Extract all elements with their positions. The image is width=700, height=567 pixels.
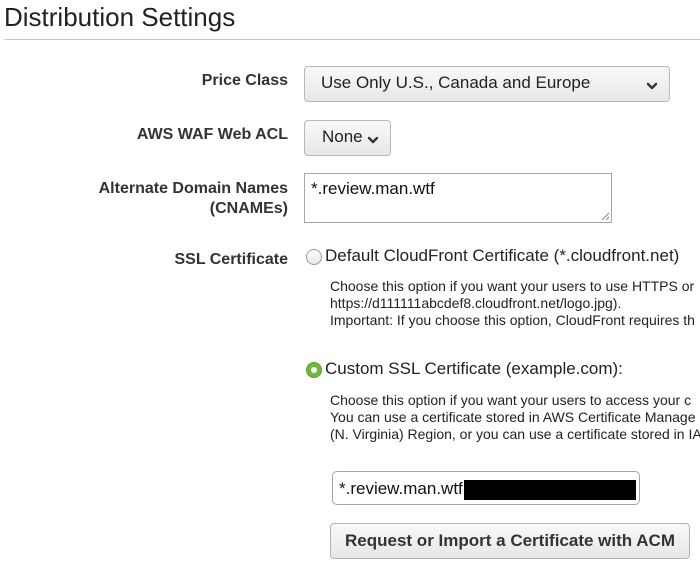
custom-certificate-radio[interactable] [306,362,322,378]
cnames-label-line2: (CNAMEs) [209,200,288,217]
title-divider [4,39,700,40]
cnames-label: Alternate Domain Names (CNAMEs) [99,179,288,219]
price-class-value: Use Only U.S., Canada and Europe [321,73,591,92]
custom-help-line: You can use a certificate stored in AWS … [330,409,696,425]
resize-grip-icon[interactable] [601,212,610,221]
default-certificate-radio[interactable] [306,249,322,265]
price-class-select[interactable]: Use Only U.S., Canada and Europe [304,66,670,102]
default-help-line: Important: If you choose this option, Cl… [330,312,695,328]
default-certificate-help: Choose this option if you want your user… [330,278,695,329]
certificate-value: *.review.man.wtf [339,479,463,498]
default-help-line: https://d111111abcdef8.cloudfront.net/lo… [330,295,622,311]
waf-label: AWS WAF Web ACL [136,126,288,143]
custom-help-line: Choose this option if you want your user… [330,392,692,408]
default-certificate-label[interactable]: Default CloudFront Certificate (*.cloudf… [325,246,679,266]
custom-certificate-help: Choose this option if you want your user… [330,392,700,443]
cnames-label-line1: Alternate Domain Names [98,180,288,197]
cnames-textarea[interactable]: *.review.man.wtf [304,173,612,223]
waf-select[interactable]: None [304,120,391,156]
custom-certificate-label[interactable]: Custom SSL Certificate (example.com): [325,359,623,379]
certificate-input[interactable]: *.review.man.wtf [332,471,640,505]
chevron-down-icon [367,136,379,144]
page-title: Distribution Settings [4,2,236,32]
chevron-down-icon [646,82,658,90]
custom-help-line: (N. Virginia) Region, or you can use a c… [330,426,700,442]
price-class-label: Price Class [201,72,288,89]
redaction-block [464,480,636,500]
waf-value: None [322,127,363,146]
default-help-line: Choose this option if you want your user… [330,278,695,294]
ssl-certificate-label: SSL Certificate [174,251,288,268]
request-import-certificate-button[interactable]: Request or Import a Certificate with ACM [330,523,690,559]
